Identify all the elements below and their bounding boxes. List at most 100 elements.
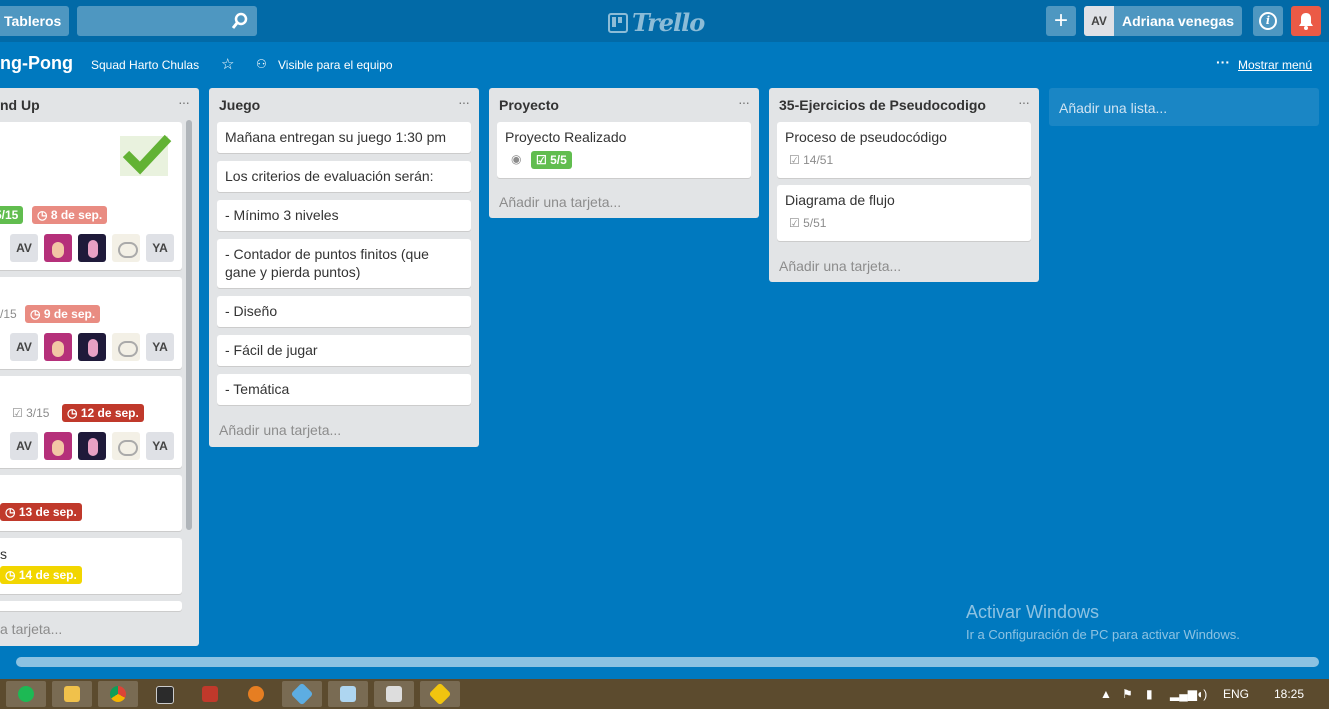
list-card[interactable]: s ◷ 14 de sep. <box>0 538 182 594</box>
battery-icon[interactable]: ▮ <box>1146 687 1153 701</box>
list-menu-icon[interactable]: ··· <box>738 94 750 110</box>
info-button[interactable]: i <box>1253 6 1283 36</box>
checklist-count: 3/15 <box>26 406 50 420</box>
star-icon[interactable]: ☆ <box>221 55 234 73</box>
app-taskbar-button[interactable] <box>236 681 276 707</box>
list-card[interactable]: - Fácil de jugar <box>217 335 471 366</box>
network-icon[interactable]: ▂▄▆ <box>1170 687 1197 701</box>
app-taskbar-button[interactable] <box>144 681 184 707</box>
list-card[interactable]: /15 ◷ 9 de sep. AV YA <box>0 277 182 369</box>
logo-text: Trello <box>632 8 705 37</box>
chrome-taskbar-button[interactable] <box>98 681 138 707</box>
trello-logo-icon <box>608 12 628 33</box>
list-menu-icon[interactable]: ··· <box>178 94 190 110</box>
user-menu[interactable]: AV Adriana venegas <box>1084 6 1243 36</box>
add-list-button[interactable]: Añadir una lista... <box>1049 88 1319 126</box>
member-avatar[interactable] <box>44 432 72 460</box>
tray-expand-icon[interactable]: ▲ <box>1100 687 1112 701</box>
list-card[interactable]: - Diseño <box>217 296 471 327</box>
list-card[interactable]: Mañana entregan su juego 1:30 pm <box>217 122 471 153</box>
member-avatar[interactable] <box>78 432 106 460</box>
visibility-icon: ⚇ <box>256 57 267 71</box>
list-title[interactable]: Proyecto <box>499 97 559 113</box>
visibility-label[interactable]: Visible para el equipo <box>278 58 393 72</box>
game-icon <box>202 686 218 702</box>
list-card[interactable]: 5/15 ◷ 8 de sep. AV YA <box>0 122 182 270</box>
member-avatar[interactable] <box>78 333 106 361</box>
checklist-badge: ☑ 5/51 <box>789 216 827 230</box>
clock[interactable]: 18:25 <box>1274 687 1304 701</box>
app-taskbar-button[interactable] <box>420 681 460 707</box>
show-menu-link[interactable]: Mostrar menú <box>1238 58 1312 72</box>
member-avatar[interactable]: AV <box>10 432 38 460</box>
file-explorer-taskbar-button[interactable] <box>52 681 92 707</box>
member-avatar[interactable] <box>44 333 72 361</box>
member-avatar[interactable] <box>112 234 140 262</box>
list-card[interactable]: - Contador de puntos finitos (que gane y… <box>217 239 471 288</box>
member-avatar[interactable]: AV <box>10 234 38 262</box>
card-title: Mañana entregan su juego 1:30 pm <box>225 129 447 145</box>
list-card[interactable]: Los criterios de evaluación serán: <box>217 161 471 192</box>
list-pseudocodigo: 35-Ejercicios de Pseudocodigo ··· Proces… <box>769 88 1039 282</box>
due-date: 8 de sep. <box>50 208 103 222</box>
list-card[interactable]: Proyecto Realizado ◉ ☑ 5/5 <box>497 122 751 178</box>
board-scrollbar[interactable] <box>0 654 1329 670</box>
list-card[interactable] <box>0 601 182 611</box>
card-title: - Fácil de jugar <box>225 342 318 358</box>
spotify-taskbar-button[interactable] <box>6 681 46 707</box>
windows-taskbar: ▲ ⚑ ▮ ▂▄▆ ◖) ENG 18:25 <box>0 679 1329 709</box>
watch-icon: ◉ <box>511 152 522 166</box>
member-avatar[interactable] <box>78 234 106 262</box>
boards-button[interactable]: Tableros <box>0 6 70 36</box>
member-avatar[interactable]: YA <box>146 234 174 262</box>
add-card-link[interactable]: Añadir una tarjeta... <box>219 422 341 438</box>
add-list-label: Añadir una lista... <box>1059 100 1168 116</box>
card-title: Proyecto Realizado <box>505 129 627 145</box>
list-card[interactable]: - Mínimo 3 niveles <box>217 200 471 231</box>
terminal-icon <box>156 686 174 704</box>
member-avatar[interactable]: YA <box>146 432 174 460</box>
trello-logo[interactable]: Trello <box>608 8 705 37</box>
search-input[interactable] <box>77 6 257 36</box>
app-icon <box>428 682 452 706</box>
app-icon <box>248 686 264 702</box>
flag-icon[interactable]: ⚑ <box>1122 687 1133 701</box>
member-avatar[interactable]: YA <box>146 333 174 361</box>
member-avatar[interactable]: AV <box>10 333 38 361</box>
team-name[interactable]: Squad Harto Chulas <box>91 58 199 72</box>
list-title[interactable]: Juego <box>219 97 260 113</box>
app-taskbar-button[interactable] <box>374 681 414 707</box>
member-avatar[interactable] <box>112 432 140 460</box>
list-card[interactable]: ☑ 3/15 ◷ 12 de sep. AV YA <box>0 376 182 468</box>
list-title[interactable]: nd Up <box>0 97 40 113</box>
member-avatar[interactable] <box>44 234 72 262</box>
board-title[interactable]: ng-Pong <box>0 53 73 74</box>
add-button[interactable]: + <box>1046 6 1076 36</box>
notepad-taskbar-button[interactable] <box>328 681 368 707</box>
list-card[interactable]: ◷ 13 de sep. <box>0 475 182 531</box>
card-title: - Diseño <box>225 303 278 319</box>
more-icon[interactable]: ··· <box>1216 54 1230 70</box>
due-date-badge: ◷ 8 de sep. <box>32 206 108 224</box>
game-taskbar-button[interactable] <box>190 681 230 707</box>
add-card-link[interactable]: a tarjeta... <box>0 621 62 637</box>
search-icon[interactable] <box>231 12 249 30</box>
list-scrollbar[interactable] <box>184 120 194 610</box>
list-title[interactable]: 35-Ejercicios de Pseudocodigo <box>779 97 986 113</box>
scrollbar-thumb[interactable] <box>16 657 1319 667</box>
scrollbar-thumb[interactable] <box>186 120 192 530</box>
add-card-link[interactable]: Añadir una tarjeta... <box>779 258 901 274</box>
list-card[interactable]: Proceso de pseudocódigo ☑ 14/51 <box>777 122 1031 178</box>
volume-icon[interactable]: ◖) <box>1196 687 1207 701</box>
member-avatar[interactable] <box>112 333 140 361</box>
checklist-badge: /15 <box>0 307 17 321</box>
add-card-link[interactable]: Añadir una tarjeta... <box>499 194 621 210</box>
list-card[interactable]: Diagrama de flujo ☑ 5/51 <box>777 185 1031 241</box>
app-taskbar-button[interactable] <box>282 681 322 707</box>
checklist-badge: 5/15 <box>0 206 24 224</box>
list-menu-icon[interactable]: ··· <box>458 94 470 110</box>
language-indicator[interactable]: ENG <box>1223 687 1249 701</box>
notifications-button[interactable] <box>1291 6 1321 36</box>
list-card[interactable]: - Temática <box>217 374 471 405</box>
list-menu-icon[interactable]: ··· <box>1018 94 1030 110</box>
